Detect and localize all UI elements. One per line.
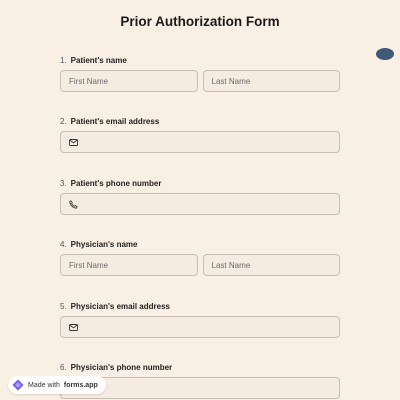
patient-last-name-input[interactable] <box>211 76 339 86</box>
question-label: 4. Physician's name <box>60 238 340 250</box>
patient-last-name-field[interactable] <box>202 70 340 92</box>
question-label: 1. Patient's name <box>60 54 340 66</box>
question-text: Patient's email address <box>70 116 160 126</box>
physician-email-field[interactable] <box>60 316 340 338</box>
question-text: Patient's name <box>70 55 127 65</box>
question-text: Physician's name <box>70 239 138 249</box>
physician-last-name-input[interactable] <box>211 260 339 270</box>
navigation-dot[interactable] <box>376 48 394 60</box>
badge-prefix: Made with <box>28 381 60 389</box>
physician-first-name-input[interactable] <box>69 260 197 270</box>
badge-brand: forms.app <box>63 381 98 389</box>
question-number: 2. <box>60 116 67 126</box>
question-physician-email: 5. Physician's email address <box>60 300 340 338</box>
question-text: Patient's phone number <box>70 178 162 188</box>
question-physician-name: 4. Physician's name <box>60 238 340 276</box>
patient-first-name-input[interactable] <box>69 76 197 86</box>
email-icon <box>69 322 78 332</box>
physician-email-input[interactable] <box>84 322 339 332</box>
question-number: 3. <box>60 178 67 188</box>
patient-first-name-field[interactable] <box>60 70 198 92</box>
form-page: Prior Authorization Form 1. Patient's na… <box>0 0 400 400</box>
patient-email-field[interactable] <box>60 131 340 153</box>
physician-last-name-field[interactable] <box>202 254 340 276</box>
forms-app-logo-icon <box>12 379 24 391</box>
phone-icon <box>69 199 78 209</box>
question-label: 2. Patient's email address <box>60 115 340 127</box>
question-patient-name: 1. Patient's name <box>60 54 340 92</box>
made-with-badge[interactable]: Made with forms.app <box>8 376 106 394</box>
question-text: Physician's phone number <box>70 362 173 372</box>
patient-email-input[interactable] <box>84 137 339 147</box>
question-label: 6. Physician's phone number <box>60 361 340 373</box>
question-text: Physician's email address <box>70 301 170 311</box>
question-number: 5. <box>60 301 67 311</box>
physician-first-name-field[interactable] <box>60 254 198 276</box>
patient-phone-input[interactable] <box>84 199 339 209</box>
question-patient-phone: 3. Patient's phone number <box>60 177 340 215</box>
question-number: 4. <box>60 239 67 249</box>
patient-phone-field[interactable] <box>60 193 340 215</box>
question-number: 6. <box>60 362 67 372</box>
question-patient-email: 2. Patient's email address <box>60 115 340 153</box>
email-icon <box>69 137 78 147</box>
question-number: 1. <box>60 55 67 65</box>
physician-phone-input[interactable] <box>84 383 339 393</box>
question-label: 3. Patient's phone number <box>60 177 340 189</box>
question-label: 5. Physician's email address <box>60 300 340 312</box>
form-title: Prior Authorization Form <box>120 14 280 29</box>
